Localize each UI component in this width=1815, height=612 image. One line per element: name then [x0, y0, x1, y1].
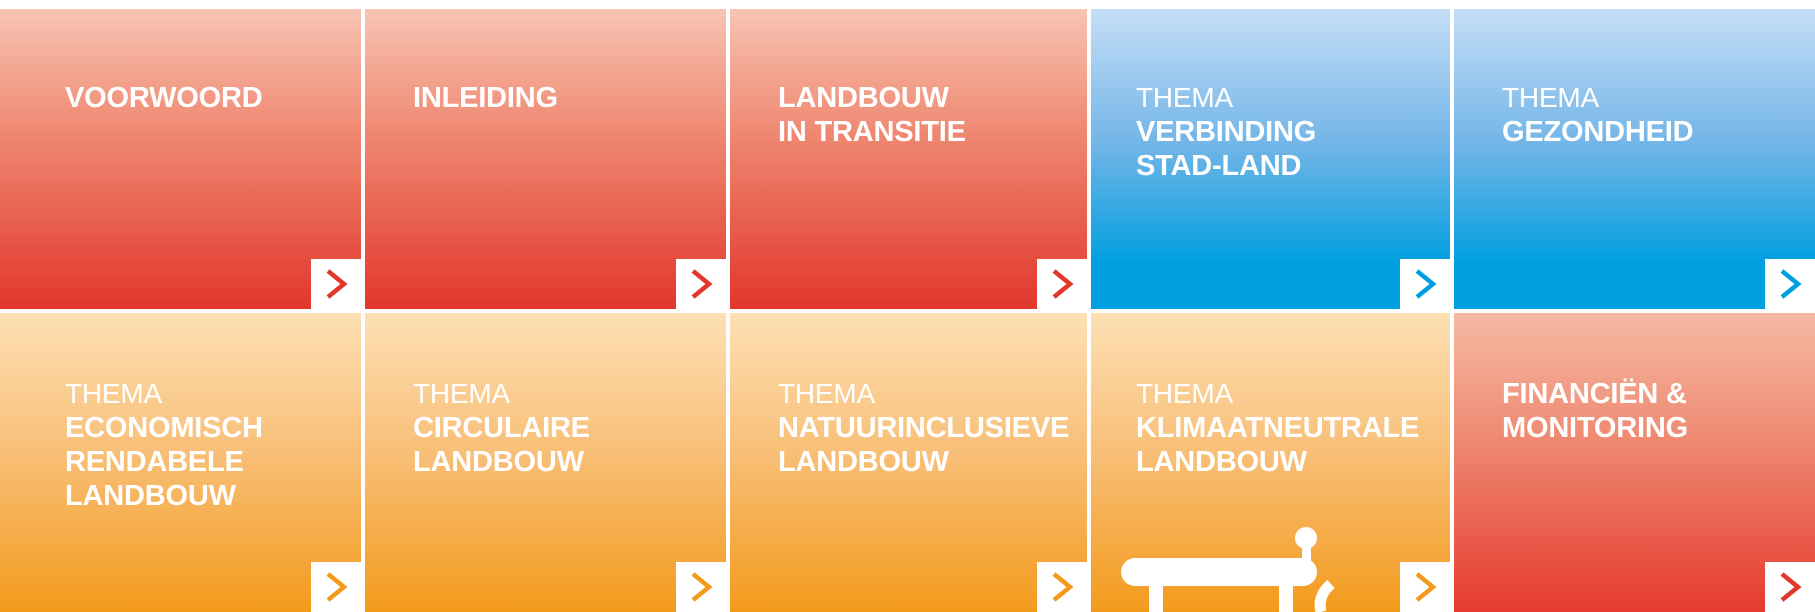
tile-circulaire-landbouw[interactable]: THEMA CIRCULAIRE LANDBOUW: [365, 313, 726, 612]
chevron-right-icon: [326, 269, 348, 299]
tile-title: ECONOMISCH RENDABELE LANDBOUW: [65, 412, 263, 512]
tile-title: KLIMAATNEUTRALE LANDBOUW: [1136, 412, 1420, 478]
tile-arrow-button[interactable]: [1765, 562, 1815, 612]
tile-title: VERBINDING STAD-LAND: [1136, 116, 1317, 182]
navigation-tile-grid: VOORWOORD INLEIDING LANDBOUW IN TRANSITI…: [0, 0, 1815, 612]
tile-gezondheid[interactable]: THEMA GEZONDHEID: [1454, 9, 1815, 309]
chevron-right-icon: [1052, 572, 1074, 602]
tile-arrow-button[interactable]: [1400, 562, 1450, 612]
tile-arrow-button[interactable]: [1037, 562, 1087, 612]
chevron-right-icon: [1415, 269, 1437, 299]
tile-economisch-rendabele-landbouw[interactable]: THEMA ECONOMISCH RENDABELE LANDBOUW: [0, 313, 361, 612]
tile-prefix: THEMA: [65, 378, 163, 409]
tile-arrow-button[interactable]: [1037, 259, 1087, 309]
tile-landbouw-in-transitie[interactable]: LANDBOUW IN TRANSITIE: [730, 9, 1087, 309]
tile-natuurinclusieve-landbouw[interactable]: THEMA NATUURINCLUSIEVE LANDBOUW: [730, 313, 1087, 612]
tile-title: LANDBOUW IN TRANSITIE: [778, 82, 966, 148]
tile-prefix: THEMA: [778, 378, 876, 409]
tile-title: GEZONDHEID: [1502, 116, 1694, 148]
tile-title: NATUURINCLUSIEVE LANDBOUW: [778, 412, 1070, 478]
tile-title: INLEIDING: [413, 82, 558, 114]
tile-arrow-button[interactable]: [1765, 259, 1815, 309]
tile-inleiding[interactable]: INLEIDING: [365, 9, 726, 309]
tile-prefix: THEMA: [1136, 378, 1234, 409]
tile-title: CIRCULAIRE LANDBOUW: [413, 412, 590, 478]
tile-arrow-button[interactable]: [676, 259, 726, 309]
chevron-right-icon: [691, 269, 713, 299]
tile-arrow-button[interactable]: [676, 562, 726, 612]
tile-title: FINANCIËN & MONITORING: [1502, 378, 1688, 444]
chevron-right-icon: [1780, 269, 1802, 299]
tile-klimaatneutrale-landbouw[interactable]: THEMA KLIMAATNEUTRALE LANDBOUW: [1091, 313, 1450, 612]
tile-prefix: THEMA: [413, 378, 511, 409]
chevron-right-icon: [1052, 269, 1074, 299]
tile-arrow-button[interactable]: [1400, 259, 1450, 309]
tile-verbinding-stad-land[interactable]: THEMA VERBINDING STAD-LAND: [1091, 9, 1450, 309]
chevron-right-icon: [326, 572, 348, 602]
tile-title: VOORWOORD: [65, 82, 263, 114]
tile-prefix: THEMA: [1502, 82, 1600, 113]
chevron-right-icon: [1780, 572, 1802, 602]
bench-icon: [1121, 527, 1335, 612]
tile-prefix: THEMA: [1136, 82, 1234, 113]
chevron-right-icon: [1415, 572, 1437, 602]
tile-arrow-button[interactable]: [311, 562, 361, 612]
chevron-right-icon: [691, 572, 713, 602]
tile-arrow-button[interactable]: [311, 259, 361, 309]
tile-financien-monitoring[interactable]: FINANCIËN & MONITORING: [1454, 313, 1815, 612]
tile-voorwoord[interactable]: VOORWOORD: [0, 9, 361, 309]
